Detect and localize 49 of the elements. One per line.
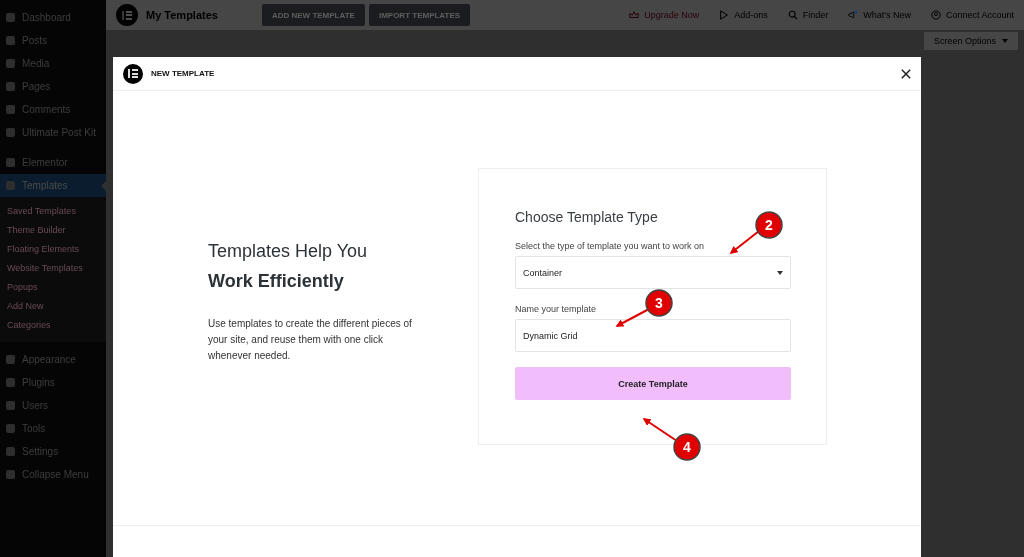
logo-icon — [116, 4, 138, 26]
create-template-button[interactable]: Create Template — [515, 367, 791, 400]
sidebar-item[interactable]: Elementor — [0, 151, 106, 174]
intro-heading: Work Efficiently — [208, 270, 345, 293]
header-button[interactable]: ADD NEW TEMPLATE — [261, 4, 365, 26]
template-type-select[interactable]: Container — [515, 256, 791, 289]
page-title: My Templates — [146, 9, 218, 21]
sidebar-item[interactable]: Media — [0, 52, 106, 75]
header-link[interactable]: Upgrade Now — [629, 10, 700, 20]
sidebar-item[interactable]: Posts — [0, 29, 106, 52]
screen-options-button[interactable]: Screen Options — [923, 32, 1018, 50]
intro-heading: Templates Help You — [208, 240, 369, 263]
submenu-item[interactable]: Theme Builder — [0, 221, 106, 240]
submenu-item[interactable]: Popups — [0, 278, 106, 297]
modal-title: NEW TEMPLATE — [151, 69, 215, 78]
callout-arrow — [729, 230, 760, 254]
logo-icon — [123, 63, 143, 84]
submenu-item[interactable]: Floating Elements — [0, 240, 106, 259]
header-link[interactable]: What's New — [848, 10, 911, 20]
submenu-item[interactable]: Website Templates — [0, 259, 106, 278]
submenu-item[interactable]: Add New — [0, 297, 106, 316]
callout-badge: 4 — [673, 433, 701, 461]
header-link[interactable]: Finder — [787, 10, 829, 20]
crown-icon — [629, 10, 640, 20]
current-pointer-icon — [101, 181, 106, 191]
callout-arrow — [642, 418, 678, 442]
intro-text: Use templates to create the different pieces of your site, and reuse them with one click whenever needed. — [208, 317, 413, 363]
template-name-field[interactable]: Dynamic Grid — [515, 319, 791, 352]
submenu-item[interactable]: Saved Templates — [0, 202, 106, 221]
close-icon[interactable] — [901, 68, 911, 79]
header-button[interactable]: IMPORT TEMPLATES — [368, 4, 471, 26]
field-label: Select the type of template you want to work on — [515, 241, 706, 251]
callout-arrow — [615, 308, 650, 327]
caret-icon — [1002, 39, 1008, 43]
sidebar-item[interactable]: Templates — [0, 174, 106, 197]
field-label: Name your template — [515, 304, 598, 314]
user-circle-icon — [930, 10, 941, 20]
sidebar-item[interactable]: Appearance — [0, 348, 106, 371]
play-icon — [719, 10, 730, 20]
header-link[interactable]: Add-ons — [719, 10, 768, 20]
caret-icon — [777, 270, 783, 275]
submenu-item[interactable]: Categories — [0, 316, 106, 335]
sidebar-item[interactable]: Pages — [0, 75, 106, 98]
callout-badge: 3 — [645, 289, 673, 317]
callout-badge: 2 — [755, 211, 783, 239]
search-icon — [787, 10, 798, 20]
megaphone-icon — [848, 10, 859, 20]
header-link[interactable]: Connect Account — [930, 10, 1014, 20]
sidebar-item[interactable]: Plugins — [0, 371, 106, 394]
